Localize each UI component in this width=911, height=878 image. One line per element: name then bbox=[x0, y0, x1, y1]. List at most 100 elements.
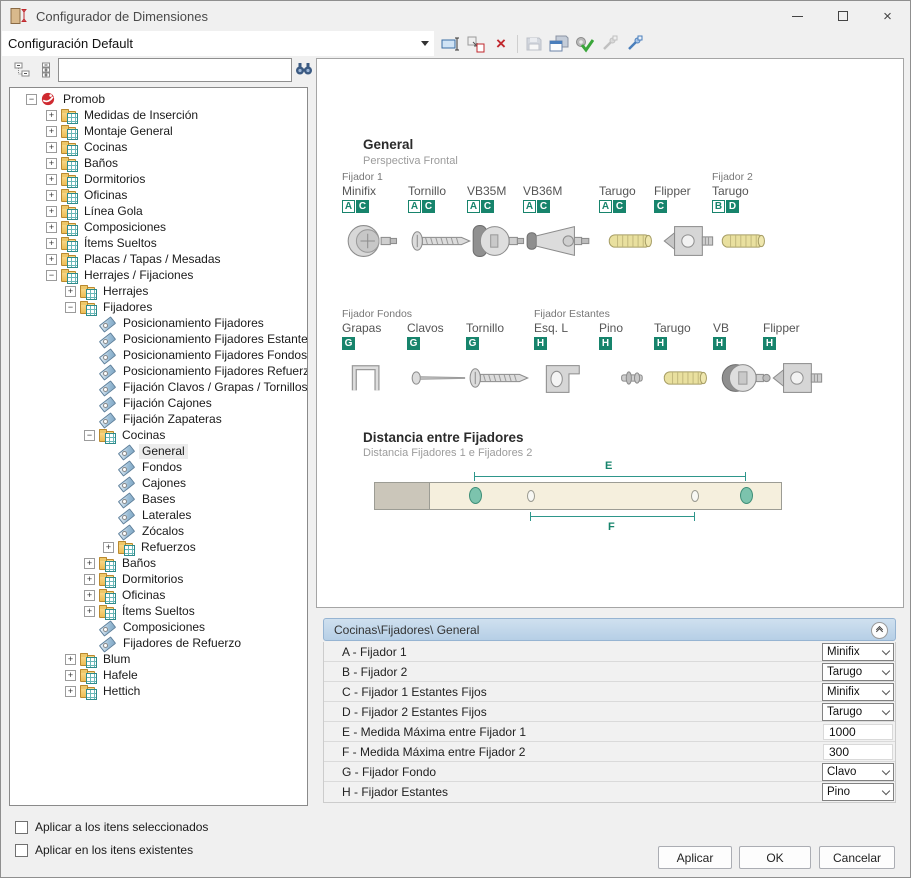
tree-item-items-sueltos-fijadores[interactable]: Ítems Sueltos bbox=[10, 603, 307, 619]
tree-item-placas-tapas-mesadas[interactable]: Placas / Tapas / Mesadas bbox=[10, 251, 307, 267]
expand-icon[interactable] bbox=[65, 286, 76, 297]
delete-configuration-button[interactable]: × bbox=[490, 33, 512, 55]
tree-item-oficinas[interactable]: Oficinas bbox=[10, 187, 307, 203]
collapse-icon[interactable] bbox=[84, 430, 95, 441]
collapse-icon[interactable] bbox=[65, 302, 76, 313]
tree-item-posicionamiento-fijadores-estantes[interactable]: Posicionamiento Fijadores Estantes bbox=[10, 331, 307, 347]
expand-icon[interactable] bbox=[65, 670, 76, 681]
collapse-properties-button[interactable] bbox=[871, 622, 888, 639]
tree-item-dormitorios-fijadores[interactable]: Dormitorios bbox=[10, 571, 307, 587]
tree-item-general-selected[interactable]: General bbox=[10, 443, 307, 459]
expand-icon[interactable] bbox=[84, 590, 95, 601]
tree-item-herrajes-fijaciones[interactable]: Herrajes / Fijaciones bbox=[10, 267, 307, 283]
minimize-button[interactable] bbox=[775, 1, 820, 31]
tree-item-fijacion-zapateras[interactable]: Fijación Zapateras bbox=[10, 411, 307, 427]
save-button-disabled[interactable] bbox=[523, 33, 545, 55]
configuration-tree[interactable]: Promob Medidas de Inserción Montaje Gene… bbox=[9, 87, 308, 806]
tree-search-input[interactable] bbox=[58, 58, 292, 82]
badge-c: C bbox=[481, 200, 494, 213]
tree-item-fondos[interactable]: Fondos bbox=[10, 459, 307, 475]
tree-item-fijadores-de-refuerzo[interactable]: Fijadores de Refuerzo bbox=[10, 635, 307, 651]
expand-icon[interactable] bbox=[46, 206, 57, 217]
tree-item-blum[interactable]: Blum bbox=[10, 651, 307, 667]
configuration-combobox[interactable]: Configuración Default bbox=[2, 31, 434, 56]
tree-item-cocinas-fijadores[interactable]: Cocinas bbox=[10, 427, 307, 443]
fijador-fondo-select[interactable]: Clavo bbox=[822, 763, 894, 781]
search-button[interactable] bbox=[293, 60, 315, 80]
tree-item-posicionamiento-fijadores-fondos[interactable]: Posicionamiento Fijadores Fondos bbox=[10, 347, 307, 363]
expand-icon[interactable] bbox=[46, 238, 57, 249]
tree-item-cocinas[interactable]: Cocinas bbox=[10, 139, 307, 155]
collapse-icon[interactable] bbox=[46, 270, 57, 281]
tool-button[interactable] bbox=[623, 33, 645, 55]
title-bar[interactable]: Configurador de Dimensiones × bbox=[1, 1, 910, 31]
tree-item-herrajes[interactable]: Herrajes bbox=[10, 283, 307, 299]
fijador-estantes-select[interactable]: Pino bbox=[822, 783, 894, 801]
folder-icon bbox=[61, 191, 76, 202]
collapse-all-button[interactable] bbox=[11, 59, 33, 81]
expand-icon[interactable] bbox=[46, 222, 57, 233]
rename-configuration-button[interactable] bbox=[440, 33, 462, 55]
tree-item-refuerzos[interactable]: Refuerzos bbox=[10, 539, 307, 555]
tree-item-fijacion-cajones[interactable]: Fijación Cajones bbox=[10, 395, 307, 411]
tree-item-bases[interactable]: Bases bbox=[10, 491, 307, 507]
tree-item-items-sueltos[interactable]: Ítems Sueltos bbox=[10, 235, 307, 251]
tree-item-oficinas-fijadores[interactable]: Oficinas bbox=[10, 587, 307, 603]
tree-item-dormitorios[interactable]: Dormitorios bbox=[10, 171, 307, 187]
expand-icon[interactable] bbox=[46, 158, 57, 169]
tree-item-zocalos[interactable]: Zócalos bbox=[10, 523, 307, 539]
cancel-button[interactable]: Cancelar bbox=[819, 846, 895, 869]
tree-item-fijadores[interactable]: Fijadores bbox=[10, 299, 307, 315]
properties-header[interactable]: Cocinas\Fijadores\ General bbox=[323, 618, 896, 641]
tree-item-linea-gola[interactable]: Línea Gola bbox=[10, 203, 307, 219]
tree-item-banos[interactable]: Baños bbox=[10, 155, 307, 171]
tree-item-composiciones-fijadores[interactable]: Composiciones bbox=[10, 619, 307, 635]
tree-item-posicionamiento-fijadores[interactable]: Posicionamiento Fijadores bbox=[10, 315, 307, 331]
tree-item-fijacion-clavos-grapas-tornillos[interactable]: Fijación Clavos / Grapas / Tornillos bbox=[10, 379, 307, 395]
expand-icon[interactable] bbox=[46, 190, 57, 201]
expand-icon[interactable] bbox=[46, 110, 57, 121]
expand-icon[interactable] bbox=[46, 174, 57, 185]
fijador1-select[interactable]: Minifix bbox=[822, 643, 894, 661]
tree-item-montaje-general[interactable]: Montaje General bbox=[10, 123, 307, 139]
folder-icon bbox=[80, 671, 95, 682]
expand-icon[interactable] bbox=[46, 142, 57, 153]
expand-icon[interactable] bbox=[84, 606, 95, 617]
fijador1-estantes-select[interactable]: Minifix bbox=[822, 683, 894, 701]
collapse-icon[interactable] bbox=[26, 94, 37, 105]
apply-existing-checkbox[interactable] bbox=[15, 844, 28, 857]
expand-icon[interactable] bbox=[84, 574, 95, 585]
tree-item-posicionamiento-fijadores-refuerzos[interactable]: Posicionamiento Fijadores Refuerzos bbox=[10, 363, 307, 379]
tree-item-hafele[interactable]: Hafele bbox=[10, 667, 307, 683]
tree-item-banos-fijadores[interactable]: Baños bbox=[10, 555, 307, 571]
apply-configuration-button[interactable] bbox=[573, 33, 595, 55]
apply-selected-checkbox[interactable] bbox=[15, 821, 28, 834]
fijador2-select[interactable]: Tarugo bbox=[822, 663, 894, 681]
maximize-button[interactable] bbox=[820, 1, 865, 31]
close-button[interactable]: × bbox=[865, 1, 910, 31]
expand-icon[interactable] bbox=[65, 686, 76, 697]
copy-configuration-button[interactable] bbox=[465, 33, 487, 55]
expand-icon[interactable] bbox=[84, 558, 95, 569]
medida-e-input[interactable] bbox=[823, 724, 893, 740]
fijador2-estantes-select[interactable]: Tarugo bbox=[822, 703, 894, 721]
export-configuration-button[interactable] bbox=[548, 33, 570, 55]
tree-item-promob[interactable]: Promob bbox=[10, 91, 307, 107]
dimension-f-line bbox=[530, 516, 695, 517]
expand-icon[interactable] bbox=[46, 126, 57, 137]
apply-button[interactable]: Aplicar bbox=[658, 846, 732, 869]
tree-item-medidas-de-insercion[interactable]: Medidas de Inserción bbox=[10, 107, 307, 123]
chevron-down-icon[interactable] bbox=[416, 41, 434, 46]
medida-f-input[interactable] bbox=[823, 744, 893, 760]
section-general-title: General bbox=[363, 137, 413, 152]
tree-item-laterales[interactable]: Laterales bbox=[10, 507, 307, 523]
tool-button-disabled[interactable] bbox=[598, 33, 620, 55]
expand-icon[interactable] bbox=[46, 254, 57, 265]
ok-button[interactable]: OK bbox=[739, 846, 811, 869]
tree-item-composiciones[interactable]: Composiciones bbox=[10, 219, 307, 235]
expand-icon[interactable] bbox=[65, 654, 76, 665]
tree-item-cajones[interactable]: Cajones bbox=[10, 475, 307, 491]
expand-all-button[interactable] bbox=[35, 59, 57, 81]
tree-item-hettich[interactable]: Hettich bbox=[10, 683, 307, 699]
expand-icon[interactable] bbox=[103, 542, 114, 553]
